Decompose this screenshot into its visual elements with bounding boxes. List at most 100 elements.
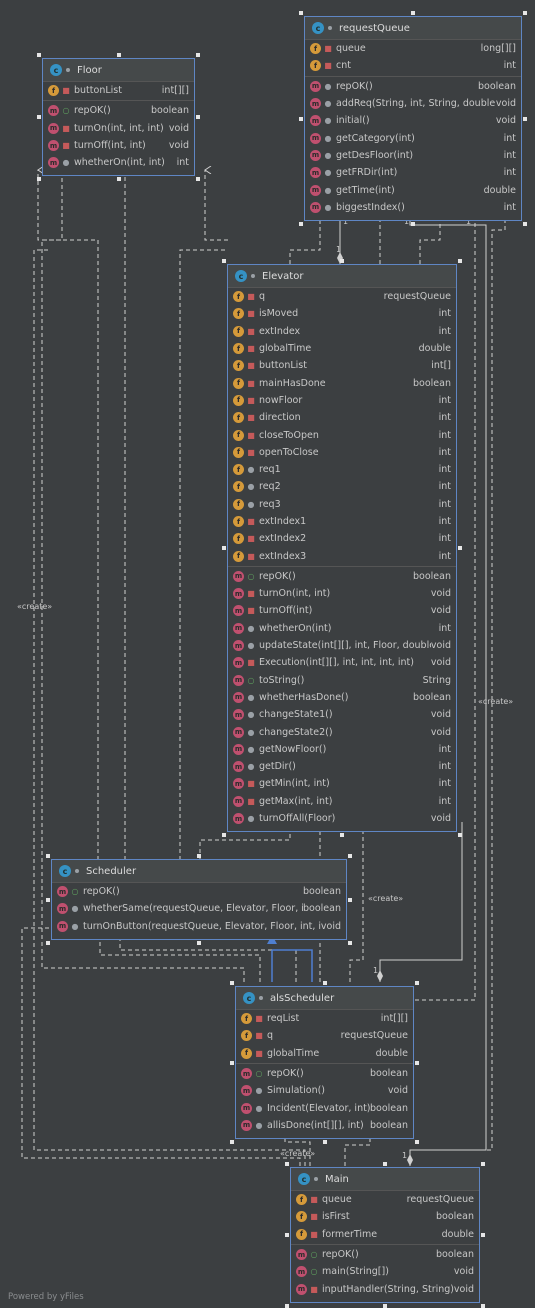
- method-row[interactable]: m ■ turnOff(int, int) void: [43, 137, 194, 154]
- resize-handle[interactable]: [46, 854, 50, 858]
- method-row[interactable]: m ● whetherSame(requestQueue, Elevator, Fl…: [52, 900, 346, 917]
- method-row[interactable]: m ● whetherHasDone() boolean: [228, 689, 456, 706]
- field-row[interactable]: f ■ extIndex2 int: [228, 530, 456, 547]
- class-requestqueue[interactable]: c requestQueue f ■ queue long[][] f ■ cnt int m ● re…: [304, 16, 522, 221]
- resize-handle[interactable]: [299, 11, 303, 15]
- field-row[interactable]: f ■ queue requestQueue: [291, 1191, 479, 1208]
- resize-handle[interactable]: [458, 546, 462, 550]
- field-row[interactable]: f ■ cnt int: [305, 57, 521, 74]
- resize-handle[interactable]: [348, 854, 352, 858]
- resize-handle[interactable]: [523, 11, 527, 15]
- method-row[interactable]: m ○ main(String[]) void: [291, 1263, 479, 1280]
- resize-handle[interactable]: [383, 1304, 387, 1308]
- resize-handle[interactable]: [230, 1060, 234, 1065]
- resize-handle[interactable]: [481, 1233, 485, 1237]
- method-row[interactable]: m ● whetherOn(int) int: [228, 620, 456, 637]
- resize-handle[interactable]: [222, 546, 226, 550]
- method-row[interactable]: m ● allisDone(int[][], int) boolean: [236, 1117, 413, 1134]
- resize-handle[interactable]: [196, 177, 200, 181]
- field-row[interactable]: f ■ extIndex3 int: [228, 547, 456, 564]
- field-row[interactable]: f ● req3 int: [228, 496, 456, 513]
- field-row[interactable]: f ■ openToClose int: [228, 444, 456, 461]
- class-main[interactable]: c Main f ■ queue requestQueue f ■ isFirst boolean…: [290, 1167, 480, 1303]
- field-row[interactable]: f ■ q requestQueue: [228, 288, 456, 305]
- method-row[interactable]: m ● Incident(Elevator, int) boolean: [236, 1099, 413, 1116]
- method-row[interactable]: m ○ toString() String: [228, 672, 456, 689]
- class-floor[interactable]: c Floor f ■ buttonList int[][] m ○ repOK() boolea…: [42, 58, 195, 177]
- field-row[interactable]: f ■ queue long[][]: [305, 40, 521, 57]
- resize-handle[interactable]: [340, 259, 344, 263]
- resize-handle[interactable]: [383, 1162, 387, 1166]
- method-row[interactable]: m ● turnOffAll(Floor) void: [228, 810, 456, 827]
- resize-handle[interactable]: [415, 1060, 419, 1065]
- field-row[interactable]: f ■ extIndex int: [228, 323, 456, 340]
- resize-handle[interactable]: [348, 897, 352, 902]
- method-row[interactable]: m ■ turnOn(int, int, int) void: [43, 120, 194, 137]
- resize-handle[interactable]: [481, 1162, 485, 1166]
- method-row[interactable]: m ○ repOK() boolean: [291, 1246, 479, 1263]
- method-row[interactable]: m ● getDir() int: [228, 758, 456, 775]
- field-row[interactable]: f ■ mainHasDone boolean: [228, 374, 456, 391]
- resize-handle[interactable]: [285, 1304, 289, 1308]
- method-row[interactable]: m ● changeState1() void: [228, 706, 456, 723]
- resize-handle[interactable]: [196, 53, 200, 57]
- field-row[interactable]: f ■ formerTime double: [291, 1226, 479, 1243]
- resize-handle[interactable]: [523, 116, 527, 121]
- field-row[interactable]: f ■ q requestQueue: [236, 1027, 413, 1044]
- resize-handle[interactable]: [322, 1140, 327, 1144]
- resize-handle[interactable]: [285, 1233, 289, 1237]
- field-row[interactable]: f ■ buttonList int[]: [228, 357, 456, 374]
- resize-handle[interactable]: [230, 1140, 234, 1144]
- resize-handle[interactable]: [37, 115, 41, 119]
- resize-handle[interactable]: [523, 222, 527, 226]
- method-row[interactable]: m ● getFRDir(int) int: [305, 164, 521, 181]
- method-row[interactable]: m ● getDesFloor(int) int: [305, 147, 521, 164]
- resize-handle[interactable]: [299, 116, 303, 121]
- field-row[interactable]: f ■ closeToOpen int: [228, 426, 456, 443]
- resize-handle[interactable]: [197, 941, 201, 945]
- resize-handle[interactable]: [46, 897, 50, 902]
- method-row[interactable]: m ● changeState2() void: [228, 723, 456, 740]
- method-row[interactable]: m ● addReq(String, int, String, double) voi…: [305, 95, 521, 112]
- method-row[interactable]: m ■ turnOff(int) void: [228, 602, 456, 619]
- method-row[interactable]: m ● Simulation() void: [236, 1082, 413, 1099]
- method-row[interactable]: m ● getNowFloor() int: [228, 741, 456, 758]
- field-row[interactable]: f ■ buttonList int[][]: [43, 82, 194, 99]
- resize-handle[interactable]: [196, 115, 200, 119]
- resize-handle[interactable]: [299, 222, 303, 226]
- method-row[interactable]: m ○ repOK() boolean: [228, 568, 456, 585]
- field-row[interactable]: f ■ isMoved int: [228, 305, 456, 322]
- method-row[interactable]: m ■ getMin(int, int) int: [228, 775, 456, 792]
- field-row[interactable]: f ■ isFirst boolean: [291, 1208, 479, 1225]
- method-row[interactable]: m ● repOK() boolean: [305, 78, 521, 95]
- resize-handle[interactable]: [116, 53, 121, 57]
- resize-handle[interactable]: [222, 259, 226, 263]
- method-row[interactable]: m ■ getMax(int, int) int: [228, 793, 456, 810]
- resize-handle[interactable]: [458, 259, 462, 263]
- resize-handle[interactable]: [37, 53, 41, 57]
- resize-handle[interactable]: [322, 981, 327, 985]
- method-row[interactable]: m ● updateState(int[][], int, Floor, doubl…: [228, 637, 456, 654]
- method-row[interactable]: m ○ repOK() boolean: [52, 883, 346, 900]
- resize-handle[interactable]: [340, 833, 344, 837]
- field-row[interactable]: f ● req1 int: [228, 461, 456, 478]
- resize-handle[interactable]: [348, 941, 352, 945]
- resize-handle[interactable]: [37, 177, 41, 181]
- method-row[interactable]: m ● whetherOn(int, int) int: [43, 154, 194, 171]
- method-row[interactable]: m ○ repOK() boolean: [236, 1065, 413, 1082]
- field-row[interactable]: f ■ globalTime double: [236, 1045, 413, 1062]
- resize-handle[interactable]: [411, 222, 415, 226]
- resize-handle[interactable]: [481, 1304, 485, 1308]
- resize-handle[interactable]: [285, 1162, 289, 1166]
- field-row[interactable]: f ■ extIndex1 int: [228, 513, 456, 530]
- resize-handle[interactable]: [46, 941, 50, 945]
- resize-handle[interactable]: [415, 1140, 419, 1144]
- field-row[interactable]: f ■ nowFloor int: [228, 392, 456, 409]
- method-row[interactable]: m ■ inputHandler(String, String) void: [291, 1280, 479, 1297]
- method-row[interactable]: m ■ turnOn(int, int) void: [228, 585, 456, 602]
- method-row[interactable]: m ● turnOnButton(requestQueue, Elevator, F…: [52, 918, 346, 935]
- method-row[interactable]: m ● biggestIndex() int: [305, 199, 521, 216]
- resize-handle[interactable]: [458, 833, 462, 837]
- resize-handle[interactable]: [230, 981, 234, 985]
- method-row[interactable]: m ○ repOK() boolean: [43, 102, 194, 119]
